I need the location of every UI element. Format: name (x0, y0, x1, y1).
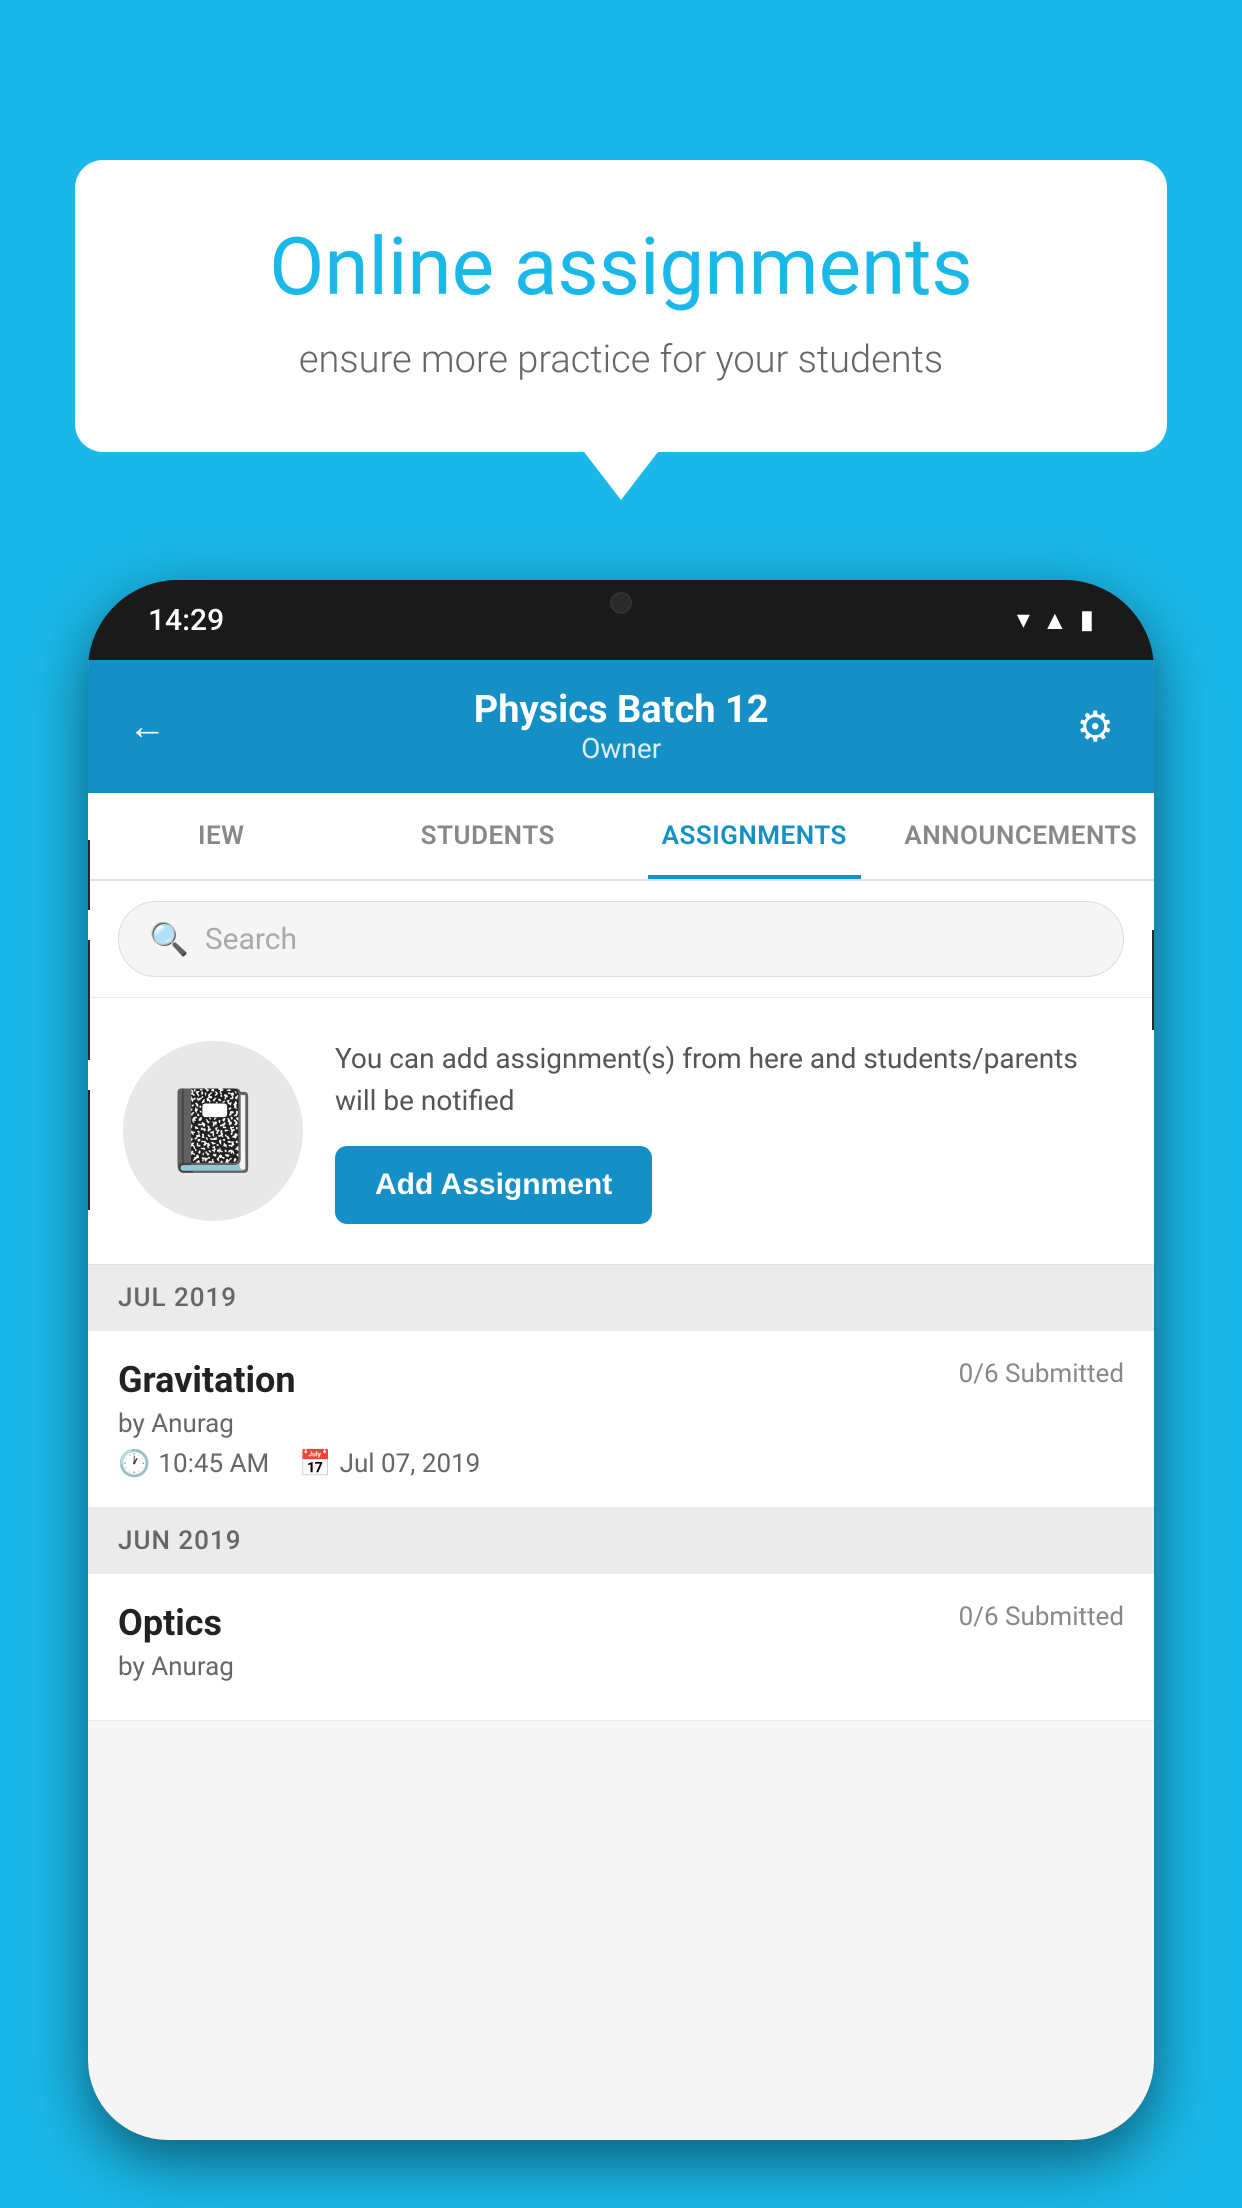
speech-bubble: Online assignments ensure more practice … (75, 160, 1167, 452)
assignment-item-optics[interactable]: Optics 0/6 Submitted by Anurag (88, 1574, 1154, 1721)
assignment-submitted-optics: 0/6 Submitted (959, 1602, 1124, 1632)
phone-time: 14:29 (148, 603, 224, 638)
search-placeholder: Search (205, 922, 297, 957)
phone-notch (561, 580, 681, 625)
section-header-jul: JUL 2019 (88, 1265, 1154, 1331)
wifi-icon: ▾ (1017, 605, 1030, 635)
promo-icon-circle: 📓 (123, 1041, 303, 1221)
phone-status-bar: 14:29 ▾ ▲ ▮ (88, 580, 1154, 660)
assignment-by-gravitation: by Anurag (118, 1409, 1124, 1439)
search-bar[interactable]: 🔍 Search (118, 901, 1124, 977)
speech-bubble-title: Online assignments (145, 220, 1097, 314)
battery-icon: ▮ (1080, 605, 1094, 635)
phone-screen: ← Physics Batch 12 Owner ⚙ IEW STUDENTS … (88, 660, 1154, 2140)
assignment-by-optics: by Anurag (118, 1652, 1124, 1682)
calendar-icon: 📅 (299, 1449, 331, 1479)
assignment-top-row-optics: Optics 0/6 Submitted (118, 1602, 1124, 1644)
clock-icon: 🕐 (118, 1449, 150, 1479)
phone-container: 14:29 ▾ ▲ ▮ ← Physics Batch 12 Owner ⚙ (88, 580, 1154, 2208)
phone-camera (610, 592, 632, 614)
promo-content: You can add assignment(s) from here and … (335, 1038, 1119, 1224)
tab-students[interactable]: STUDENTS (355, 793, 622, 879)
assignment-name-optics: Optics (118, 1602, 222, 1644)
assignment-submitted-gravitation: 0/6 Submitted (959, 1359, 1124, 1389)
assignment-name-gravitation: Gravitation (118, 1359, 296, 1401)
notebook-icon: 📓 (163, 1084, 263, 1178)
phone-side-btn-right (1152, 930, 1154, 1030)
tab-assignments[interactable]: ASSIGNMENTS (621, 793, 888, 879)
speech-bubble-container: Online assignments ensure more practice … (75, 160, 1167, 452)
tabs-container: IEW STUDENTS ASSIGNMENTS ANNOUNCEMENTS (88, 793, 1154, 881)
header-center: Physics Batch 12 Owner (474, 688, 769, 765)
assignment-time-text: 10:45 AM (158, 1449, 269, 1479)
search-icon: 🔍 (149, 920, 189, 958)
phone-status-icons: ▾ ▲ ▮ (1017, 605, 1094, 636)
assignment-top-row: Gravitation 0/6 Submitted (118, 1359, 1124, 1401)
batch-title: Physics Batch 12 (474, 688, 769, 732)
phone-side-btn-left2 (88, 940, 90, 1060)
assignment-time-gravitation: 🕐 10:45 AM (118, 1449, 269, 1479)
promo-text: You can add assignment(s) from here and … (335, 1038, 1119, 1122)
back-button[interactable]: ← (128, 705, 166, 749)
search-container: 🔍 Search (88, 881, 1154, 998)
assignment-date-gravitation: 📅 Jul 07, 2019 (299, 1449, 480, 1479)
phone-frame: 14:29 ▾ ▲ ▮ ← Physics Batch 12 Owner ⚙ (88, 580, 1154, 2140)
batch-subtitle: Owner (474, 732, 769, 765)
app-header: ← Physics Batch 12 Owner ⚙ (88, 660, 1154, 793)
section-header-jun: JUN 2019 (88, 1508, 1154, 1574)
phone-side-btn-left3 (88, 1090, 90, 1210)
tab-announcements[interactable]: ANNOUNCEMENTS (888, 793, 1155, 879)
tab-iew[interactable]: IEW (88, 793, 355, 879)
signal-icon: ▲ (1042, 605, 1068, 636)
add-assignment-button[interactable]: Add Assignment (335, 1146, 652, 1224)
add-assignment-promo: 📓 You can add assignment(s) from here an… (88, 998, 1154, 1265)
speech-bubble-subtitle: ensure more practice for your students (145, 338, 1097, 382)
settings-icon[interactable]: ⚙ (1076, 702, 1114, 752)
assignment-meta-gravitation: 🕐 10:45 AM 📅 Jul 07, 2019 (118, 1449, 1124, 1479)
assignment-item-gravitation[interactable]: Gravitation 0/6 Submitted by Anurag 🕐 10… (88, 1331, 1154, 1508)
assignment-date-text: Jul 07, 2019 (340, 1449, 481, 1479)
